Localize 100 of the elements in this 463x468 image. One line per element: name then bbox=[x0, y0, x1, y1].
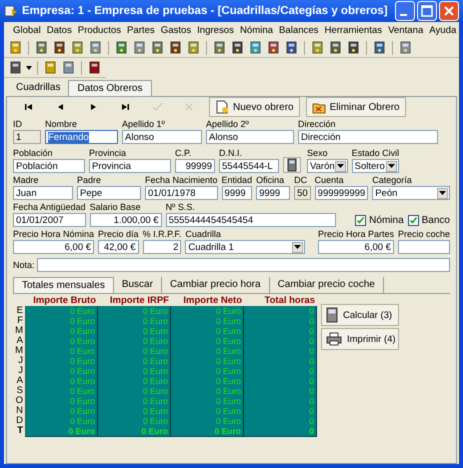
checkbox-icon[interactable] bbox=[408, 214, 419, 226]
input-field[interactable] bbox=[36, 258, 450, 272]
input-field[interactable]: Población bbox=[13, 159, 85, 173]
menu-item[interactable]: Ayuda bbox=[429, 24, 456, 36]
caret-icon bbox=[388, 164, 396, 168]
input-field[interactable]: Provincia bbox=[89, 159, 171, 173]
field-label: Salario Base bbox=[90, 202, 142, 213]
caret-icon bbox=[336, 164, 344, 168]
dropdown[interactable]: Peón bbox=[372, 186, 450, 200]
menu-item[interactable]: Global bbox=[13, 24, 41, 36]
table-cell: 0 Euro bbox=[171, 376, 244, 387]
menu-item[interactable]: Nómina bbox=[240, 24, 273, 36]
field-label: Cuenta bbox=[314, 175, 345, 186]
field-label: D.N.I. bbox=[219, 148, 244, 159]
input-field[interactable]: 50 bbox=[294, 186, 311, 200]
print-button[interactable]: Imprimir (4) bbox=[321, 328, 399, 350]
row-header: J bbox=[17, 356, 24, 366]
table-cell: 0 Euro bbox=[98, 416, 171, 427]
table-cell: 0 Euro bbox=[98, 316, 171, 327]
table-cell: 0 Euro bbox=[98, 426, 171, 437]
input-field[interactable]: 99999 bbox=[175, 159, 215, 173]
tab[interactable]: Buscar bbox=[114, 277, 162, 293]
table-cell: 0 Euro bbox=[25, 336, 98, 347]
table-cell: 0 Euro bbox=[25, 386, 98, 397]
table-cell: 0 Euro bbox=[25, 326, 98, 337]
table-cell: 0 Euro bbox=[98, 306, 171, 317]
table-cell: 0 Euro bbox=[171, 366, 244, 377]
input-field[interactable]: 6,00 € bbox=[318, 240, 394, 254]
input-field[interactable]: Juan bbox=[13, 186, 73, 200]
new-worker-button[interactable]: Nuevo obrero bbox=[209, 97, 300, 117]
table-cell: 0 Euro bbox=[25, 366, 98, 377]
table-cell: 0 bbox=[244, 406, 317, 417]
menu-item[interactable]: Balances bbox=[279, 24, 318, 36]
menu-item[interactable]: Datos bbox=[46, 24, 72, 36]
input-field[interactable]: 01/01/1978 bbox=[145, 186, 218, 200]
menu-item[interactable]: Ingresos bbox=[197, 24, 234, 36]
checkbox-icon[interactable] bbox=[355, 214, 366, 226]
field-label: Precio coche bbox=[398, 229, 450, 240]
calculate-button[interactable]: Calcular (3) bbox=[321, 304, 399, 326]
field-label: Categoría bbox=[372, 175, 413, 186]
field-label: % I.R.P.F. bbox=[142, 229, 182, 240]
input-field[interactable]: 9999 bbox=[222, 186, 252, 200]
checkbox[interactable]: Nómina bbox=[355, 213, 404, 227]
input-field[interactable]: Alonso bbox=[122, 130, 202, 144]
input-field[interactable] bbox=[398, 240, 450, 254]
input-field[interactable]: 1 bbox=[13, 130, 41, 144]
menu-item[interactable]: Herramientas bbox=[324, 24, 382, 36]
menu-item[interactable]: Ventana bbox=[388, 24, 424, 36]
tab[interactable]: Totales mensuales bbox=[13, 277, 114, 293]
delete-worker-button[interactable]: Eliminar Obrero bbox=[306, 97, 406, 117]
input-field[interactable]: 01/01/2007 bbox=[13, 213, 86, 227]
caret-icon[interactable] bbox=[26, 66, 32, 70]
input-field[interactable]: 55445544-L bbox=[219, 159, 279, 173]
input-field[interactable]: 2 bbox=[142, 240, 182, 254]
field-label: Precio día bbox=[98, 229, 139, 240]
menu-item[interactable]: Productos bbox=[78, 24, 121, 36]
input-field[interactable]: 999999999 bbox=[314, 186, 368, 200]
tab[interactable]: Cambiar precio coche bbox=[270, 277, 384, 293]
field-label: Oficina bbox=[256, 175, 286, 186]
checkmark-icon bbox=[151, 102, 163, 112]
input-field[interactable]: 9999 bbox=[256, 186, 290, 200]
table-cell: 0 bbox=[244, 346, 317, 357]
field-label: Fecha Nacimiento bbox=[145, 175, 218, 186]
menu-item[interactable]: Partes bbox=[127, 24, 155, 36]
row-header: S bbox=[16, 386, 24, 396]
table-cell: 0 Euro bbox=[98, 346, 171, 357]
input-field[interactable]: Alonso bbox=[206, 130, 294, 144]
table-cell: 0 bbox=[244, 356, 317, 367]
close-icon[interactable] bbox=[439, 1, 459, 21]
input-field[interactable]: 1.000,00 € bbox=[90, 213, 162, 227]
field-label: Dirección bbox=[298, 119, 337, 130]
maximize-icon[interactable] bbox=[417, 1, 437, 21]
row-header: M bbox=[14, 326, 24, 336]
table-cell: 0 Euro bbox=[171, 426, 244, 437]
dropdown[interactable]: Soltero bbox=[352, 159, 400, 173]
dropdown[interactable]: Varón bbox=[307, 159, 348, 173]
row-header: D bbox=[15, 416, 24, 426]
table-cell: 0 Euro bbox=[25, 426, 98, 437]
input-field[interactable]: 5555444454545454 bbox=[166, 213, 336, 227]
input-field[interactable]: 42,00 € bbox=[98, 240, 139, 254]
app-icon bbox=[4, 4, 18, 18]
menu-item[interactable]: Gastos bbox=[160, 24, 192, 36]
table-cell: 0 bbox=[244, 366, 317, 377]
table-cell: 0 Euro bbox=[171, 356, 244, 367]
tab[interactable]: Cambiar precio hora bbox=[162, 277, 270, 293]
table-cell: 0 bbox=[244, 416, 317, 427]
field-label: Apellido 2º bbox=[206, 119, 250, 130]
input-field[interactable]: Fernando bbox=[45, 130, 118, 144]
checkbox[interactable]: Banco bbox=[408, 213, 450, 227]
input-field[interactable]: 6,00 € bbox=[13, 240, 94, 254]
dropdown[interactable]: Cuadrilla 1 bbox=[185, 240, 306, 254]
minimize-icon[interactable] bbox=[395, 1, 415, 21]
field-label: Nº S.S. bbox=[166, 202, 196, 213]
input-field[interactable]: Pepe bbox=[77, 186, 141, 200]
table-cell: 0 bbox=[244, 326, 317, 337]
tab[interactable]: Cuadrillas bbox=[8, 80, 68, 96]
calculator-button[interactable] bbox=[283, 157, 301, 173]
tab[interactable]: Datos Obreros bbox=[68, 80, 152, 96]
input-field[interactable]: Dirección bbox=[298, 130, 438, 144]
column-header: Importe IRPF bbox=[108, 295, 170, 306]
